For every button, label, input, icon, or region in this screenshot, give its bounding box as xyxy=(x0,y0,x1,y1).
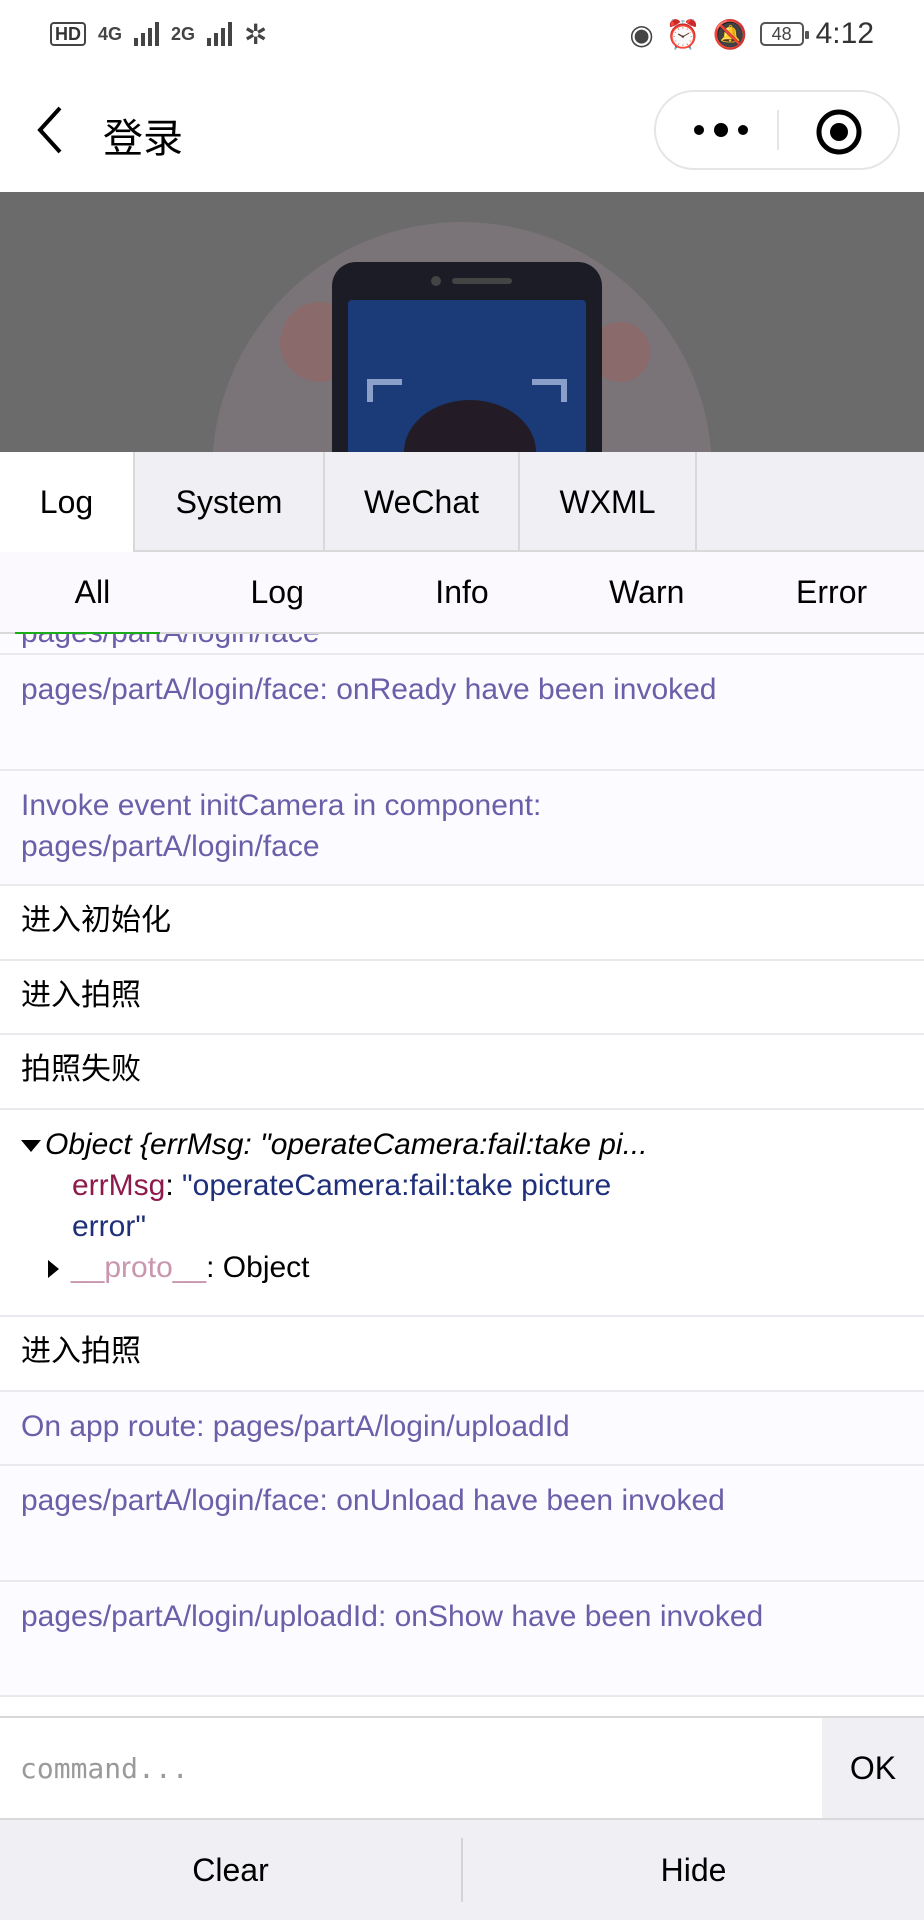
hide-button[interactable]: Hide xyxy=(463,1820,924,1920)
log-text: pages/partA/login/face: onUnload have be… xyxy=(21,1484,725,1517)
tab-wxml[interactable]: WXML xyxy=(520,452,697,552)
tab-system[interactable]: System xyxy=(135,452,325,552)
nav-bar: 登录 xyxy=(0,68,924,192)
object-proto[interactable]: __proto__: Object xyxy=(21,1247,904,1288)
dot-icon xyxy=(738,125,748,135)
log-row: pages/partA/login/face: onReady have bee… xyxy=(0,655,924,771)
object-summary: Object {errMsg: "operateCamera:fail:take… xyxy=(45,1128,648,1161)
log-row: 进入拍照 xyxy=(0,1317,924,1392)
filter-error[interactable]: Error xyxy=(739,552,924,632)
page-title: 登录 xyxy=(103,117,183,161)
settings-icon: ✲ xyxy=(244,18,268,50)
log-level-filters: All Log Info Warn Error xyxy=(0,552,924,636)
caret-right-icon xyxy=(48,1260,59,1279)
alarm-icon: ⏰ xyxy=(665,18,701,50)
filter-warn[interactable]: Warn xyxy=(554,552,739,632)
chevron-left-icon xyxy=(37,106,62,154)
log-text: Invoke event initCamera in component: pa… xyxy=(21,789,542,863)
target-icon xyxy=(816,109,862,155)
console-tabs: Log System WeChat WXML xyxy=(0,452,924,552)
log-object-row[interactable]: Object {errMsg: "operateCamera:fail:take… xyxy=(0,1110,924,1317)
log-row: pages/partA/login/uploadId: onShow have … xyxy=(0,1582,924,1697)
command-input[interactable] xyxy=(0,1718,822,1818)
filter-info[interactable]: Info xyxy=(370,552,555,632)
mute-icon: 🔕 xyxy=(712,18,748,50)
proto-value: : Object xyxy=(206,1251,310,1284)
log-row: 进入初始化 xyxy=(0,886,924,961)
log-row: pages/partA/login/face xyxy=(0,634,924,655)
close-mini-program-button[interactable] xyxy=(814,107,864,157)
caret-down-icon xyxy=(21,1140,41,1153)
battery-icon: 48 xyxy=(759,22,809,46)
signal-icon xyxy=(207,22,233,46)
face-scan-illustration xyxy=(212,222,712,452)
mini-program-capsule xyxy=(654,90,900,170)
ok-button[interactable]: OK xyxy=(822,1718,924,1818)
log-row: pages/partA/login/face: onUnload have be… xyxy=(0,1466,924,1582)
log-row: On app route: pages/partA/login/uploadId xyxy=(0,1392,924,1466)
filter-log[interactable]: Log xyxy=(185,552,370,632)
clear-button[interactable]: Clear xyxy=(0,1820,461,1920)
hd-badge: HD xyxy=(50,22,86,46)
console-actions: Clear Hide xyxy=(0,1820,924,1920)
back-button[interactable] xyxy=(32,104,72,156)
log-row: 进入拍照 xyxy=(0,961,924,1035)
filter-all[interactable]: All xyxy=(0,552,185,636)
object-header[interactable]: Object {errMsg: "operateCamera:fail:take… xyxy=(21,1124,904,1165)
log-row: 拍照失败 xyxy=(0,1035,924,1110)
log-list[interactable]: pages/partA/login/face pages/partA/login… xyxy=(0,634,924,1716)
clock: 4:12 xyxy=(815,17,874,50)
status-bar: HD 4G 2G ✲ ◉ ⏰ 🔕 48 4:12 xyxy=(0,0,924,68)
tab-wechat[interactable]: WeChat xyxy=(325,452,520,552)
log-text: pages/partA/login/face: onReady have bee… xyxy=(21,673,717,706)
network-type-2: 2G xyxy=(171,23,196,44)
log-row: Invoke event initCamera in component: pa… xyxy=(0,771,924,886)
more-button[interactable] xyxy=(676,108,766,152)
capsule-divider xyxy=(777,110,779,150)
status-bar-left: HD 4G 2G ✲ xyxy=(50,18,268,51)
status-bar-right: ◉ ⏰ 🔕 48 4:12 xyxy=(629,17,874,51)
signal-icon xyxy=(134,22,160,46)
eye-icon: ◉ xyxy=(629,18,654,50)
object-property: errMsg: "operateCamera:fail:take picture… xyxy=(72,1169,612,1243)
log-text: pages/partA/login/uploadId: onShow have … xyxy=(21,1600,764,1633)
dot-icon xyxy=(714,123,728,137)
tab-log[interactable]: Log xyxy=(0,452,135,552)
command-bar: OK xyxy=(0,1716,924,1820)
dot-icon xyxy=(694,125,704,135)
network-type-1: 4G xyxy=(98,23,123,44)
proto-key: __proto__ xyxy=(71,1251,207,1284)
page-background xyxy=(0,192,924,452)
property-key: errMsg xyxy=(72,1169,166,1202)
